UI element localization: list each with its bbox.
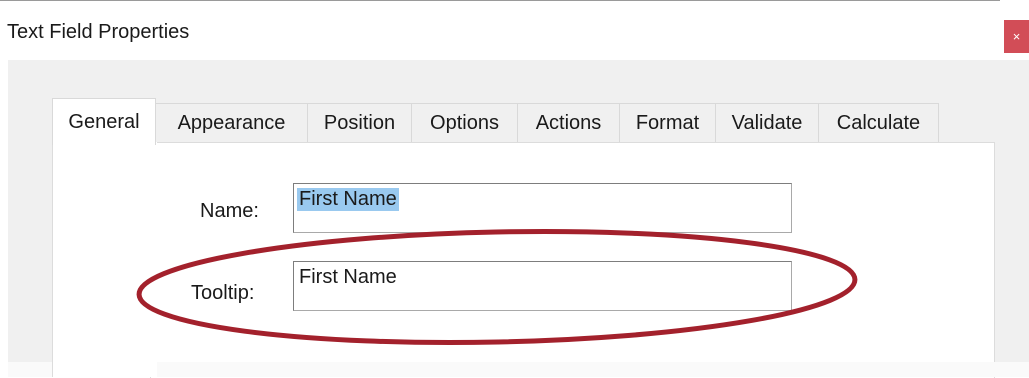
dialog-title: Text Field Properties bbox=[7, 21, 190, 43]
tab-label: Validate bbox=[731, 111, 803, 134]
name-label: Name: bbox=[200, 200, 259, 222]
name-input-value: First Name bbox=[297, 188, 399, 211]
close-button[interactable]: × bbox=[1004, 20, 1029, 53]
tab-calculate[interactable]: Calculate bbox=[818, 103, 939, 142]
tab-general[interactable]: General bbox=[52, 98, 156, 145]
tab-label: Options bbox=[430, 111, 499, 134]
tab-format[interactable]: Format bbox=[619, 103, 716, 142]
tab-label: Format bbox=[635, 111, 700, 134]
tab-panel-general-edge bbox=[52, 142, 157, 377]
tab-options[interactable]: Options bbox=[411, 103, 518, 142]
tooltip-label: Tooltip: bbox=[191, 282, 255, 304]
tab-panel-general bbox=[150, 142, 995, 378]
tab-actions[interactable]: Actions bbox=[517, 103, 620, 142]
close-icon: × bbox=[1012, 29, 1021, 44]
tab-validate[interactable]: Validate bbox=[715, 103, 819, 142]
tooltip-input-value: First Name bbox=[299, 266, 397, 288]
tab-label: Position bbox=[323, 111, 396, 134]
name-input[interactable]: First Name bbox=[293, 183, 792, 233]
tab-label: Appearance bbox=[177, 111, 286, 134]
tooltip-input[interactable]: First Name bbox=[293, 261, 792, 311]
tab-appearance[interactable]: Appearance bbox=[155, 103, 308, 142]
title-bar: Text Field Properties bbox=[0, 1, 1029, 60]
tab-label: Actions bbox=[535, 111, 602, 134]
tab-position[interactable]: Position bbox=[307, 103, 412, 142]
dialog-bottom-edge bbox=[8, 362, 1029, 377]
tab-label: General bbox=[68, 111, 140, 133]
tab-label: Calculate bbox=[836, 111, 921, 134]
